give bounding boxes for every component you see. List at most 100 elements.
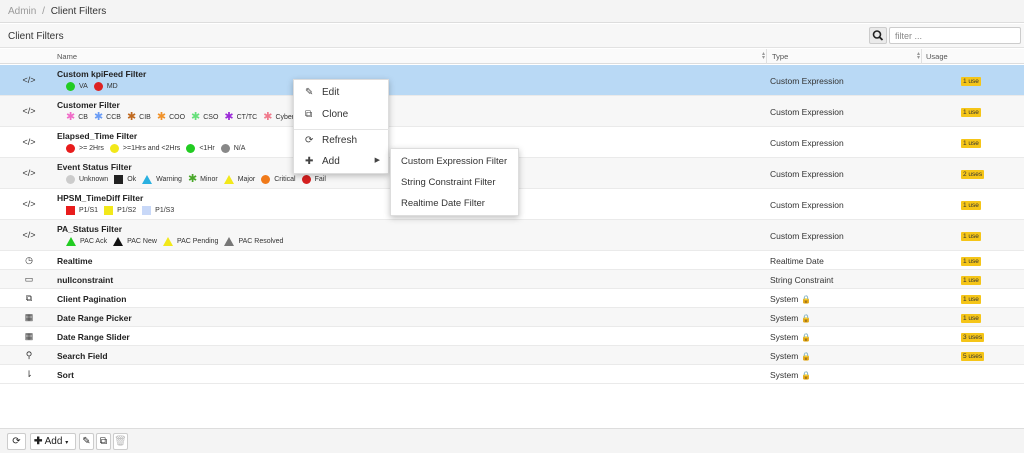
legend-item: VA	[66, 82, 88, 91]
table-row[interactable]: ▦ Date Range Slider System 🔒 3 uses	[0, 327, 1024, 346]
legend-label: >=1Hrs and <2Hrs	[122, 145, 181, 152]
legend-swatch-icon: ✱	[93, 111, 104, 123]
panel-title: Client Filters	[8, 31, 64, 42]
table-row[interactable]: ▭ nullconstraint String Constraint 1 use	[0, 270, 1024, 289]
legend-swatch-icon	[66, 206, 75, 215]
row-name: Client Pagination	[57, 294, 127, 304]
sort-arrows-icon[interactable]: ▴ ▾	[762, 51, 765, 61]
row-name: Realtime	[57, 256, 93, 266]
search-input[interactable]	[889, 27, 1021, 44]
copy-icon: ⧉	[305, 109, 313, 120]
lock-icon: 🔒	[801, 352, 812, 361]
column-header-type[interactable]: Type	[772, 52, 788, 61]
context-menu-separator	[294, 129, 390, 130]
legend-label: Cyber	[275, 114, 295, 121]
column-divider[interactable]	[921, 49, 922, 64]
usage-badge: 1 use	[961, 257, 981, 266]
legend-label: Major	[237, 176, 256, 183]
submenu-realtime-date-filter[interactable]: Realtime Date Filter	[391, 194, 520, 214]
row-type-label: Custom Expression	[770, 169, 844, 179]
column-header-usage[interactable]: Usage	[926, 52, 948, 61]
legend-swatch-icon	[66, 237, 76, 246]
add-button[interactable]: ✚ Add ▾	[30, 433, 76, 450]
row-legend: P1/S1 P1/S2 P1/S3	[66, 206, 180, 215]
legend-item: ✱ CIB	[127, 112, 151, 123]
legend-swatch-icon	[113, 237, 124, 246]
table-row[interactable]: ⧉ Client Pagination System 🔒 1 use	[0, 289, 1024, 308]
legend-label: PAC Resolved	[238, 238, 284, 245]
row-type: Custom Expression	[770, 107, 844, 117]
context-menu-clone[interactable]: ⧉ Clone	[294, 105, 390, 125]
refresh-icon: ⟳	[305, 135, 314, 146]
legend-label: Critical	[274, 176, 296, 183]
code-icon: </>	[22, 137, 36, 147]
legend-item: P1/S1	[66, 206, 98, 215]
code-icon: </>	[22, 75, 36, 85]
table-row[interactable]: </> PA_Status Filter PAC Ack PAC New PAC Pen…	[0, 220, 1024, 251]
legend-swatch-icon	[66, 175, 75, 184]
plus-icon: ✚	[34, 436, 43, 447]
context-menu: ✎ Edit ⧉ Clone ⟳ Refresh ✚ Add ▶	[293, 79, 390, 174]
legend-item: >=1Hrs and <2Hrs	[109, 144, 181, 153]
column-header-name[interactable]: Name	[57, 52, 77, 61]
legend-item: N/A	[220, 144, 246, 153]
table-row[interactable]: </> Custom kpiFeed Filter VA MD Custom Expre…	[0, 65, 1024, 96]
legend-swatch-icon	[109, 144, 119, 153]
lock-icon: 🔒	[801, 314, 812, 323]
row-type: Custom Expression	[770, 76, 844, 86]
legend-item: PAC Resolved	[224, 237, 283, 246]
legend-label: <1Hr	[199, 145, 215, 152]
context-menu-refresh[interactable]: ⟳ Refresh	[294, 131, 390, 151]
refresh-button[interactable]: ⟳	[7, 433, 26, 450]
legend-label: N/A	[233, 145, 246, 152]
table-row[interactable]: ⇂ Sort System 🔒	[0, 365, 1024, 384]
edit-button[interactable]: ✎	[79, 433, 94, 450]
row-type-label: Realtime Date	[770, 256, 824, 266]
column-divider[interactable]	[766, 49, 767, 64]
context-menu-edit[interactable]: ✎ Edit	[294, 83, 390, 103]
legend-item: ✱ CSO	[191, 111, 219, 123]
search-button[interactable]	[869, 27, 887, 44]
submenu-item-label: String Constraint Filter	[401, 177, 496, 188]
legend-swatch-icon	[66, 82, 75, 91]
submenu-item-label: Realtime Date Filter	[401, 198, 485, 209]
row-type-label: System	[770, 294, 799, 304]
row-type: Custom Expression	[770, 231, 844, 241]
table-row[interactable]: ◷ Realtime Realtime Date 1 use	[0, 251, 1024, 270]
legend-item: PAC New	[113, 237, 157, 246]
sort-arrows-icon[interactable]: ▴ ▾	[917, 51, 920, 61]
legend-label: COO	[169, 114, 186, 121]
row-name: Search Field	[57, 351, 108, 361]
row-type-label: Custom Expression	[770, 138, 844, 148]
legend-label: PAC Pending	[176, 238, 219, 245]
clone-button[interactable]: ⧉	[96, 433, 111, 450]
submenu-custom-expression-filter[interactable]: Custom Expression Filter	[391, 152, 520, 172]
legend-item: ✱ COO	[157, 112, 186, 123]
code-icon: </>	[22, 199, 36, 209]
code-icon: </>	[22, 106, 36, 116]
context-menu-add[interactable]: ✚ Add ▶	[294, 152, 390, 172]
table-row[interactable]: </> Customer Filter ✱ CB ✱ CCB ✱ CIB ✱ COO ✱ CSO ✱ CT…	[0, 96, 1024, 127]
delete-button[interactable]: 🗑	[113, 433, 128, 450]
legend-label: CSO	[203, 114, 219, 121]
pencil-icon: ✎	[305, 87, 314, 98]
calendar-icon: ▦	[24, 312, 34, 322]
usage-badge: 1 use	[961, 77, 981, 86]
legend-swatch-icon: ✱	[191, 111, 201, 123]
submenu-string-constraint-filter[interactable]: String Constraint Filter	[391, 173, 520, 193]
legend-label: CB	[78, 114, 88, 121]
legend-item: ✱ CCB	[93, 111, 121, 123]
legend-swatch-icon	[66, 144, 75, 153]
table-row[interactable]: ▦ Date Range Picker System 🔒 1 use	[0, 308, 1024, 327]
bottom-toolbar: ⟳ ✚ Add ▾ ✎ ⧉ 🗑	[0, 428, 1024, 453]
legend-label: CIB	[139, 114, 151, 121]
copy-icon: ⧉	[99, 436, 108, 447]
breadcrumb-admin-link[interactable]: Admin	[8, 6, 36, 17]
legend-label: MD	[106, 83, 118, 90]
legend-item: >= 2Hrs	[66, 144, 104, 153]
breadcrumb: Admin / Client Filters	[0, 0, 1024, 23]
table-row[interactable]: ⚲ Search Field System 🔒 5 uses	[0, 346, 1024, 365]
breadcrumb-current: Client Filters	[50, 6, 107, 17]
row-name: PA_Status Filter	[57, 224, 123, 234]
context-menu-edit-label: Edit	[322, 87, 340, 98]
